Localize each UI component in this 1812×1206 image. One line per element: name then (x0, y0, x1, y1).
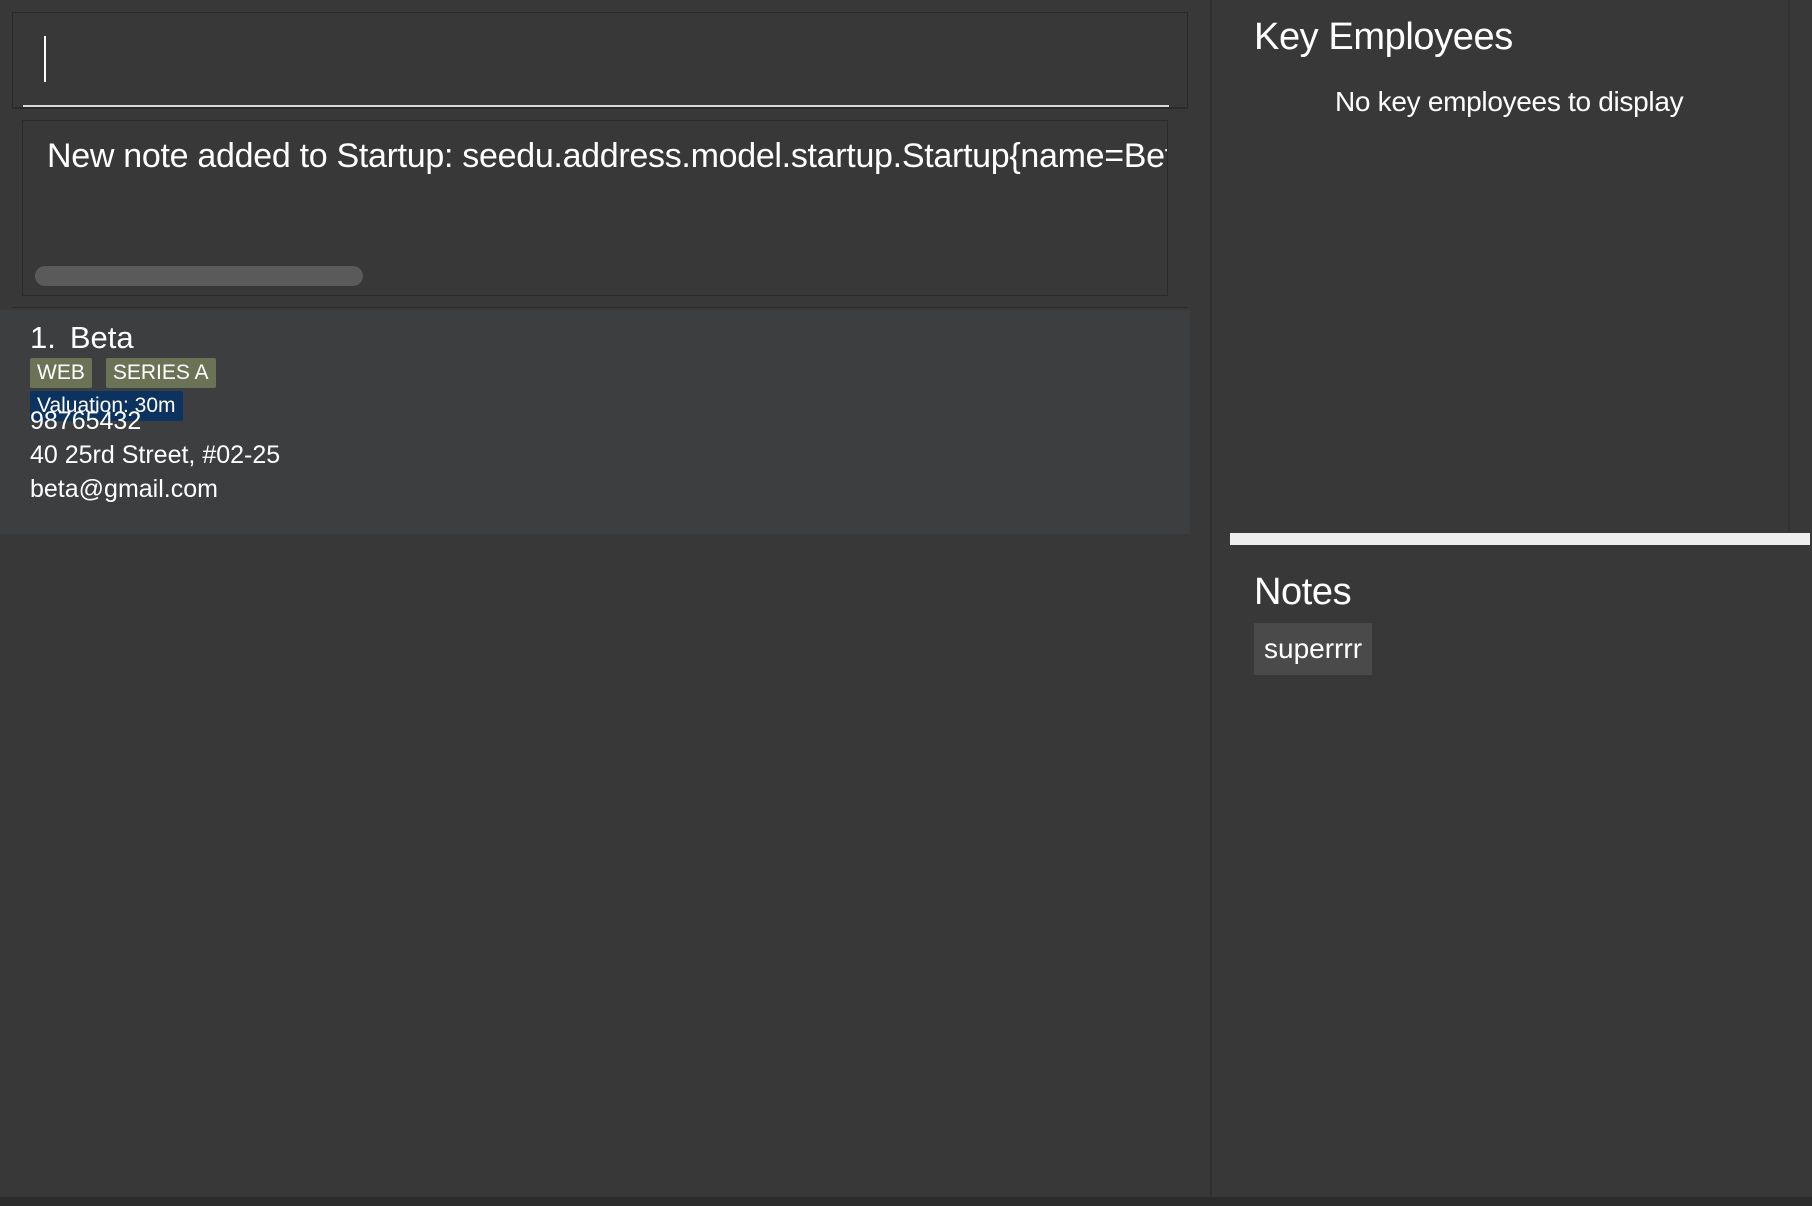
key-employees-heading: Key Employees (1254, 16, 1513, 58)
key-employees-empty-message: No key employees to display (1335, 86, 1684, 117)
result-message: New note added to Startup: seedu.address… (47, 137, 1168, 175)
startup-card-title: 1. Beta (30, 320, 134, 356)
tag-list: WEB SERIES A (30, 358, 216, 388)
panel-divider (1788, 0, 1790, 532)
startup-address: 40 25rd Street, #02-25 (30, 441, 281, 469)
note-item[interactable]: superrrr (1254, 623, 1373, 675)
command-box (12, 12, 1188, 108)
notes-panel: Notes superrrr (1230, 545, 1812, 1197)
startup-phone: 98765432 (30, 407, 142, 435)
notes-heading: Notes (1254, 571, 1352, 613)
command-input[interactable] (23, 21, 1169, 107)
app-window: New note added to Startup: seedu.address… (0, 0, 1812, 1206)
startup-index: 1. (30, 320, 56, 355)
right-pane: Key Employees No key employees to displa… (1230, 0, 1812, 1197)
key-employees-panel: Key Employees No key employees to displa… (1230, 0, 1788, 532)
startup-card[interactable]: 1. Beta WEB SERIES A Valuation: 30m 98765… (0, 310, 1190, 534)
text-caret (44, 36, 46, 82)
panel-separator[interactable] (1230, 533, 1810, 545)
funding-stage-tag: SERIES A (105, 358, 216, 388)
result-display[interactable]: New note added to Startup: seedu.address… (22, 120, 1168, 296)
horizontal-scrollbar[interactable] (35, 266, 363, 286)
split-pane-divider[interactable] (1210, 0, 1212, 1197)
startup-email: beta@gmail.com (30, 475, 218, 503)
industry-tag: WEB (30, 358, 92, 388)
status-bar (0, 1197, 1812, 1206)
left-pane: New note added to Startup: seedu.address… (0, 0, 1190, 1197)
startup-name: Beta (69, 320, 134, 355)
